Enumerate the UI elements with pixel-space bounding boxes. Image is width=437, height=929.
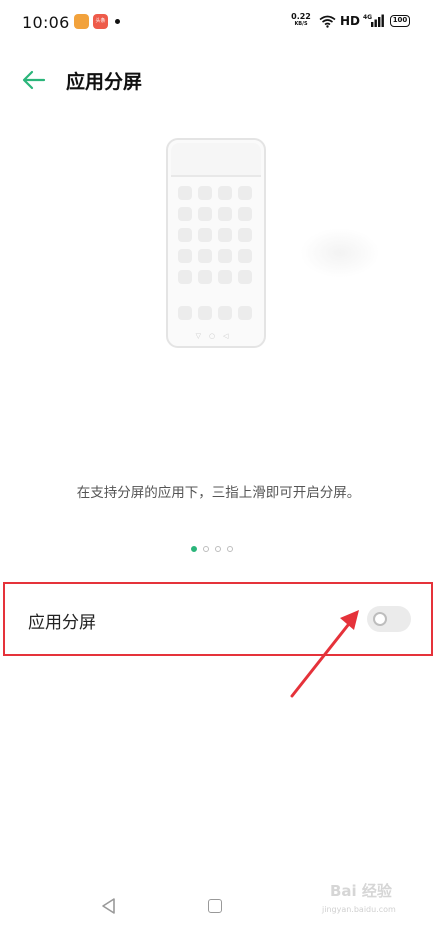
cellular-signal-icon: 4G <box>363 14 384 27</box>
page-indicator <box>191 546 233 552</box>
battery-icon: 100 <box>390 15 410 27</box>
more-notifications-dot-icon <box>115 19 120 24</box>
back-arrow-icon[interactable] <box>20 66 48 94</box>
nav-back-icon[interactable] <box>100 897 118 915</box>
setting-label: 应用分屏 <box>28 613 96 633</box>
hd-voice-indicator: HD <box>340 14 361 28</box>
watermark-url: jingyan.baidu.com <box>322 905 396 914</box>
watermark-logo: Bai 经验 <box>330 882 392 900</box>
news-app-notification-icon: 头条 <box>93 14 108 29</box>
app-dock <box>178 306 252 320</box>
page-dot[interactable] <box>227 546 233 552</box>
nav-home-icon[interactable] <box>208 899 222 913</box>
app-grid-icon <box>178 186 252 284</box>
wifi-icon <box>319 15 336 28</box>
phone-outline-icon: ▽○◁ <box>166 138 266 348</box>
feature-description: 在支持分屏的应用下，三指上滑即可开启分屏。 <box>76 485 361 501</box>
phone-nav-glyphs: ▽○◁ <box>195 332 237 340</box>
app-notification-icon <box>74 14 89 29</box>
split-screen-top-panel <box>171 143 261 177</box>
page-dot[interactable] <box>215 546 221 552</box>
network-speed-unit: KB/S <box>294 21 308 27</box>
network-speed: 0.22 KB/S <box>288 12 314 28</box>
annotation-arrow-icon <box>290 610 359 698</box>
page-dot-active[interactable] <box>191 546 197 552</box>
split-screen-toggle[interactable] <box>367 606 411 632</box>
signal-generation-label: 4G <box>363 14 372 21</box>
network-speed-value: 0.22 <box>291 12 311 21</box>
status-time: 10:06 <box>22 13 70 32</box>
page-title: 应用分屏 <box>66 71 143 93</box>
page-dot[interactable] <box>203 546 209 552</box>
toggle-knob <box>373 612 387 626</box>
illustration-hand-hint <box>300 228 380 278</box>
status-bar: 10:06 头条 0.22 KB/S HD 4G 100 <box>0 0 437 44</box>
